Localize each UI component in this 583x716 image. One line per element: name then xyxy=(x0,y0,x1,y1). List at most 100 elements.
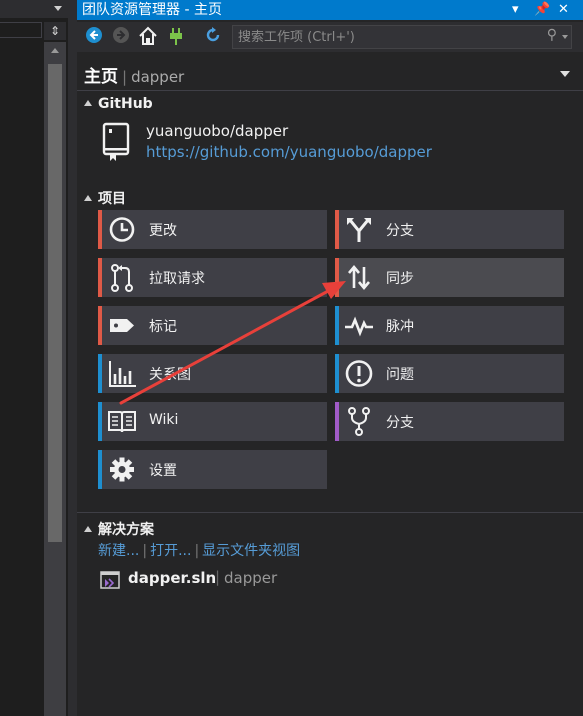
close-icon[interactable]: ✕ xyxy=(558,1,569,19)
plug-icon xyxy=(170,28,182,45)
tile-label: 设置 xyxy=(149,463,177,479)
scrollbar-thumb[interactable] xyxy=(48,64,62,542)
collapse-icon[interactable] xyxy=(84,100,92,106)
scroll-up-icon[interactable] xyxy=(51,48,59,53)
forward-button[interactable] xyxy=(110,26,132,48)
tile-label: 问题 xyxy=(386,367,414,383)
dropdown-icon[interactable]: ▾ xyxy=(512,1,519,19)
tile-accent-bar xyxy=(335,354,339,393)
refresh-button[interactable] xyxy=(202,26,224,48)
chevron-down-icon[interactable] xyxy=(54,6,62,11)
search-input[interactable] xyxy=(238,28,538,46)
tile-accent-bar xyxy=(335,258,339,297)
pulse-icon xyxy=(345,316,373,337)
tile-accent-bar xyxy=(335,402,339,441)
new-solution-link[interactable]: 新建... xyxy=(98,543,139,559)
solution-file-icon xyxy=(100,571,120,589)
tile-sync[interactable]: 同步 xyxy=(335,258,564,297)
repository-name: yuanguobo/dapper xyxy=(146,122,289,140)
pin-icon[interactable]: 📌 xyxy=(534,1,550,19)
refresh-icon xyxy=(206,27,220,42)
back-button[interactable] xyxy=(83,26,105,48)
tile-changes[interactable]: 更改 xyxy=(98,210,327,249)
open-solution-link[interactable]: 打开... xyxy=(150,543,191,559)
panel-splitter[interactable] xyxy=(68,0,77,716)
tile-accent-bar xyxy=(98,210,102,249)
tile-label: 分支 xyxy=(386,223,414,239)
tile-label: 关系图 xyxy=(149,367,191,383)
back-icon xyxy=(86,27,102,43)
panel-title: 团队资源管理器 - 主页 xyxy=(82,2,222,18)
solution-name[interactable]: dapper.sln xyxy=(128,569,216,587)
collapse-icon[interactable] xyxy=(84,526,92,532)
tile-accent-bar xyxy=(98,306,102,345)
tile-wiki[interactable]: Wiki xyxy=(98,402,327,441)
tile-tags[interactable]: 标记 xyxy=(98,306,327,345)
connect-button[interactable] xyxy=(165,26,187,48)
search-options-chevron-icon[interactable] xyxy=(562,35,568,39)
tile-branches[interactable]: 分支 xyxy=(335,210,564,249)
tile-label: 标记 xyxy=(149,319,177,335)
panel-title-bar: 团队资源管理器 - 主页 ▾ 📌 ✕ xyxy=(77,0,583,20)
header-divider xyxy=(77,90,583,91)
tile-label: 拉取请求 xyxy=(149,271,205,287)
tile-accent-bar xyxy=(335,210,339,249)
tile-pulse[interactable]: 脉冲 xyxy=(335,306,564,345)
editor-pane: ⇕ xyxy=(0,0,68,716)
search-icon[interactable]: ⚲ xyxy=(547,27,557,43)
tile-graphs[interactable]: 关系图 xyxy=(98,354,327,393)
link-separator: | xyxy=(194,543,200,559)
tile-accent-bar xyxy=(98,402,102,441)
editor-navigation-field[interactable] xyxy=(0,22,42,38)
sync-arrows-icon xyxy=(348,264,370,291)
tile-forks[interactable]: 分支 xyxy=(335,402,564,441)
solution-actions: 新建... | 打开... | 显示文件夹视图 xyxy=(98,540,300,560)
page-header: 主页 | dapper xyxy=(84,62,184,87)
gear-icon xyxy=(110,457,134,482)
page-menu-chevron-icon[interactable] xyxy=(560,71,570,77)
split-view-icon[interactable]: ⇕ xyxy=(44,22,66,40)
fork-icon xyxy=(348,407,370,436)
collapse-icon[interactable] xyxy=(84,195,92,201)
tile-accent-bar xyxy=(98,354,102,393)
search-box[interactable]: ⚲ xyxy=(232,25,572,49)
forward-icon xyxy=(113,27,129,43)
repository-url-link[interactable]: https://github.com/yuanguobo/dapper xyxy=(146,143,432,161)
tile-label: 分支 xyxy=(386,415,414,431)
github-section-title: GitHub xyxy=(98,96,153,112)
tile-accent-bar xyxy=(98,258,102,297)
book-icon xyxy=(108,411,136,433)
solution-project: dapper xyxy=(224,569,278,587)
project-section-header[interactable]: 项目 xyxy=(84,188,126,208)
editor-tab-strip xyxy=(0,0,68,18)
page-subtitle: dapper xyxy=(131,68,185,86)
project-section-title: 项目 xyxy=(98,191,126,207)
solutions-section-header[interactable]: 解决方案 xyxy=(84,519,154,539)
team-explorer-panel: 团队资源管理器 - 主页 ▾ 📌 ✕ ⚲ 主页|dapper GitHub xyxy=(77,0,583,716)
clock-icon xyxy=(109,217,135,242)
tile-pull-requests[interactable]: 拉取请求 xyxy=(98,258,327,297)
page-title: 主页 xyxy=(84,67,118,87)
tag-icon xyxy=(110,319,134,332)
home-icon xyxy=(139,26,157,45)
link-separator: | xyxy=(142,543,148,559)
issue-icon xyxy=(345,360,373,387)
tile-issues[interactable]: 问题 xyxy=(335,354,564,393)
tile-label: 更改 xyxy=(149,223,177,239)
github-section-header[interactable]: GitHub xyxy=(84,96,153,112)
pull-request-icon xyxy=(111,264,133,292)
tile-label: 脉冲 xyxy=(386,319,414,335)
tile-label: Wiki xyxy=(149,412,179,428)
home-button[interactable] xyxy=(137,26,159,48)
tile-settings[interactable]: 设置 xyxy=(98,450,327,489)
tile-accent-bar xyxy=(98,450,102,489)
header-separator: | xyxy=(122,68,128,86)
branch-merge-icon xyxy=(347,218,371,242)
solution-separator: | xyxy=(215,568,221,586)
tile-accent-bar xyxy=(335,306,339,345)
graph-icon xyxy=(109,361,136,387)
solutions-section-title: 解决方案 xyxy=(98,522,154,538)
section-divider xyxy=(77,512,583,513)
folder-view-link[interactable]: 显示文件夹视图 xyxy=(202,543,300,559)
tile-label: 同步 xyxy=(386,271,414,287)
